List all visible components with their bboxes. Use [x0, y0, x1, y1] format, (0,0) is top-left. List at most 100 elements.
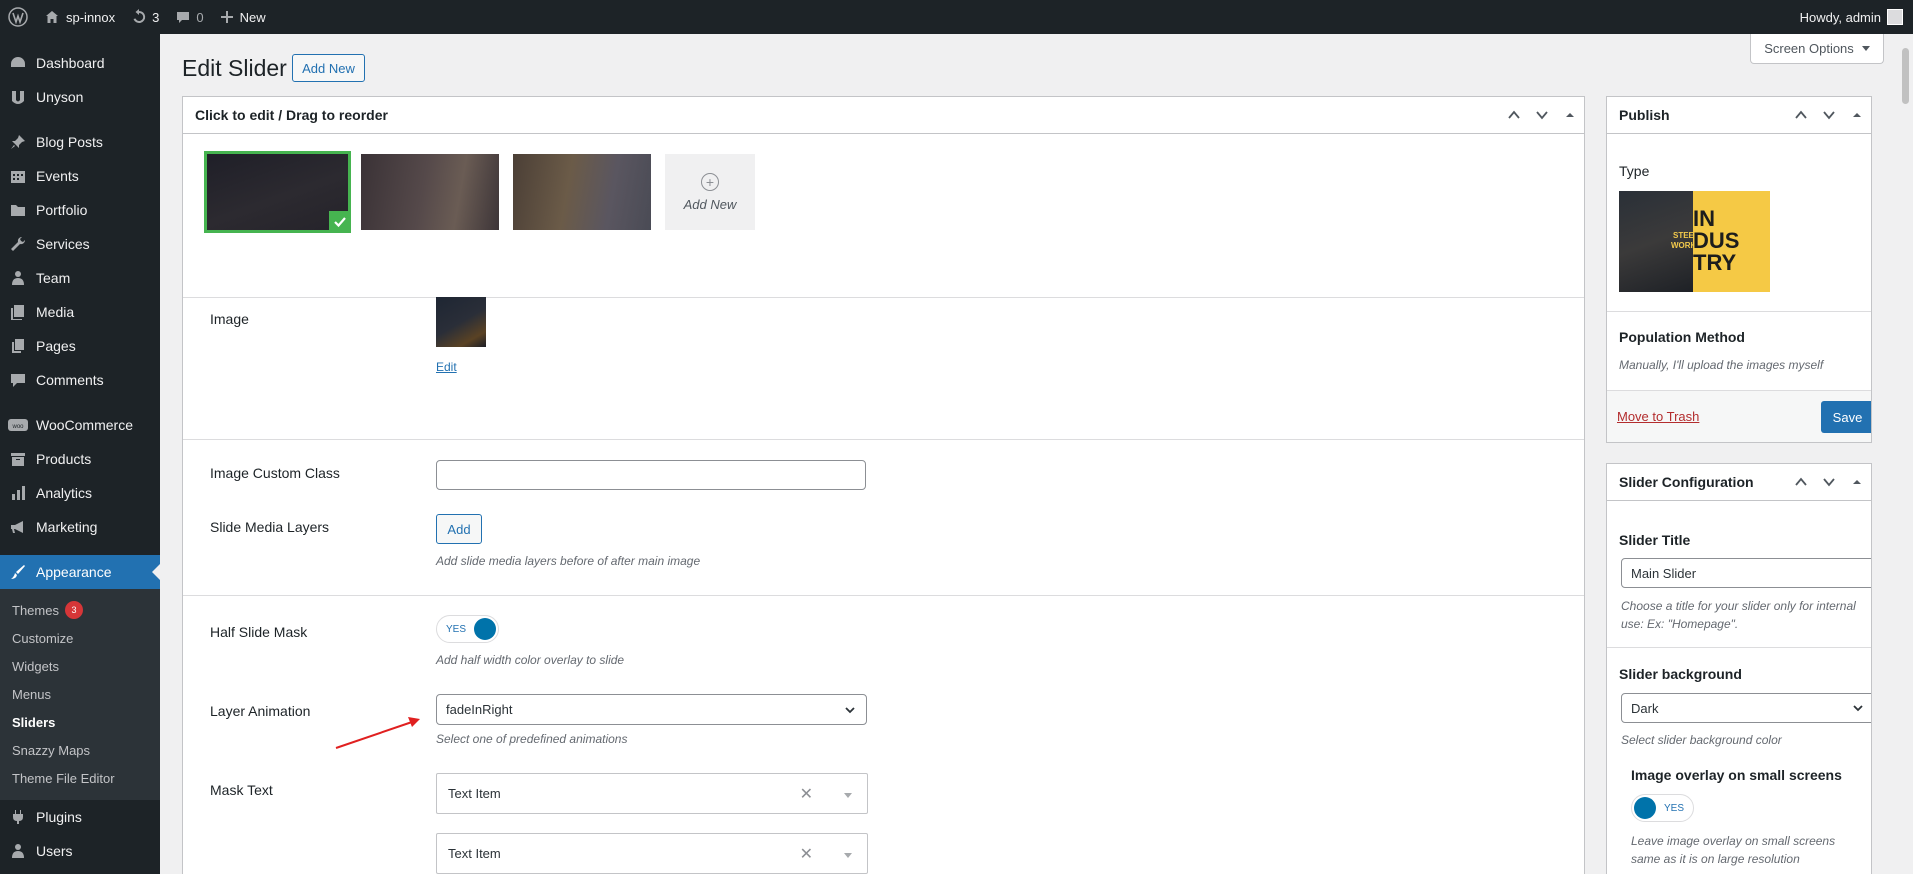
image-overlay-toggle[interactable]: YES — [1631, 794, 1694, 822]
divider — [1607, 311, 1871, 312]
menu-label: Portfolio — [36, 202, 88, 218]
slider-type-preview[interactable]: STEEL WORKS IN DUS TRY — [1619, 191, 1770, 292]
caret-down-icon[interactable] — [844, 793, 852, 798]
slide-thumb[interactable] — [361, 154, 499, 230]
save-button[interactable]: Save — [1821, 401, 1871, 433]
half-mask-toggle[interactable]: YES — [436, 615, 499, 643]
menu-team[interactable]: Team — [0, 261, 160, 295]
submenu-sliders[interactable]: Sliders — [0, 708, 160, 736]
comments-link[interactable]: 0 — [167, 0, 211, 34]
bar-chart-icon — [8, 483, 28, 503]
admin-sidebar: Dashboard Unyson Blog Posts Events Portf… — [0, 34, 160, 874]
new-label: New — [239, 9, 266, 25]
users-icon — [8, 841, 28, 861]
menu-marketing[interactable]: Marketing — [0, 510, 160, 544]
custom-class-input[interactable] — [436, 460, 866, 490]
new-content-link[interactable]: New — [212, 0, 274, 34]
menu-label: Unyson — [36, 89, 84, 105]
image-label: Image — [210, 311, 249, 327]
menu-services[interactable]: Services — [0, 227, 160, 261]
menu-label: Dashboard — [36, 55, 105, 71]
mask-text-item[interactable]: Text Item ✕ — [436, 773, 868, 814]
add-new-button[interactable]: Add New — [292, 54, 365, 82]
submenu-label: Snazzy Maps — [12, 742, 91, 758]
pin-icon — [8, 132, 28, 152]
half-mask-label: Half Slide Mask — [210, 624, 308, 640]
menu-users[interactable]: Users — [0, 834, 160, 868]
menu-label: Pages — [36, 338, 76, 354]
toggle-knob — [474, 618, 496, 640]
menu-analytics[interactable]: Analytics — [0, 476, 160, 510]
slider-title-label: Slider Title — [1619, 532, 1691, 548]
toggle-panel-icon[interactable] — [1556, 97, 1584, 133]
dashboard-icon — [8, 53, 28, 73]
slider-background-select[interactable]: Dark — [1621, 693, 1871, 723]
half-mask-help: Add half width color overlay to slide — [436, 653, 625, 667]
slide-thumb[interactable] — [513, 154, 651, 230]
add-slide-button[interactable]: + Add New — [665, 154, 755, 230]
menu-dashboard[interactable]: Dashboard — [0, 46, 160, 80]
submenu-label: Widgets — [12, 658, 59, 674]
menu-woocommerce[interactable]: woo WooCommerce — [0, 408, 160, 442]
image-overlay-label: Image overlay on small screens — [1631, 767, 1842, 783]
slider-background-label: Slider background — [1619, 666, 1742, 682]
appearance-submenu: Themes 3 Customize Widgets Menus Sliders … — [0, 589, 160, 800]
slider-title-help: Choose a title for your slider only for … — [1621, 599, 1856, 631]
toggle-yes-label: YES — [446, 624, 467, 635]
move-to-trash-link[interactable]: Move to Trash — [1617, 409, 1699, 424]
submenu-menus[interactable]: Menus — [0, 680, 160, 708]
page-scrollbar[interactable] — [1898, 34, 1913, 874]
menu-events[interactable]: Events — [0, 159, 160, 193]
mask-text-item[interactable]: Text Item ✕ — [436, 833, 868, 874]
move-up-icon[interactable] — [1500, 97, 1528, 133]
move-up-icon[interactable] — [1787, 464, 1815, 500]
submenu-theme-file-editor[interactable]: Theme File Editor — [0, 764, 160, 792]
menu-unyson[interactable]: Unyson — [0, 80, 160, 114]
remove-item-icon[interactable]: ✕ — [800, 784, 813, 804]
submenu-widgets[interactable]: Widgets — [0, 652, 160, 680]
move-down-icon[interactable] — [1815, 464, 1843, 500]
submenu-label: Menus — [12, 686, 52, 702]
menu-pages[interactable]: Pages — [0, 329, 160, 363]
menu-comments[interactable]: Comments — [0, 363, 160, 397]
screen-options-button[interactable]: Screen Options — [1750, 34, 1884, 64]
slide-thumb-selected[interactable] — [204, 151, 351, 233]
move-up-icon[interactable] — [1787, 97, 1815, 133]
menu-label: Events — [36, 168, 79, 184]
updates-link[interactable]: 3 — [123, 0, 167, 34]
move-down-icon[interactable] — [1528, 97, 1556, 133]
caret-down-icon — [1861, 46, 1870, 51]
toggle-panel-icon[interactable] — [1843, 464, 1871, 500]
divider — [183, 595, 1584, 596]
site-name-link[interactable]: sp-innox — [36, 0, 123, 34]
menu-blog-posts[interactable]: Blog Posts — [0, 125, 160, 159]
menu-portfolio[interactable]: Portfolio — [0, 193, 160, 227]
submenu-snazzy-maps[interactable]: Snazzy Maps — [0, 736, 160, 764]
person-icon — [8, 268, 28, 288]
add-media-layer-button[interactable]: Add — [436, 514, 482, 544]
comments-count: 0 — [196, 9, 204, 25]
pages-icon — [8, 336, 28, 356]
menu-plugins[interactable]: Plugins — [0, 800, 160, 834]
layer-animation-select[interactable]: fadeInRight — [436, 694, 867, 725]
menu-media[interactable]: Media — [0, 295, 160, 329]
edit-image-link[interactable]: Edit — [436, 360, 457, 374]
wordpress-logo-icon[interactable] — [0, 0, 36, 34]
config-box-header: Slider Configuration — [1607, 464, 1871, 501]
image-preview[interactable] — [436, 297, 486, 347]
remove-item-icon[interactable]: ✕ — [800, 844, 813, 864]
menu-products[interactable]: Products — [0, 442, 160, 476]
menu-appearance[interactable]: Appearance — [0, 555, 160, 589]
slider-title-input[interactable]: Main Slider — [1621, 558, 1871, 588]
my-account-link[interactable]: Howdy, admin — [1792, 0, 1913, 34]
caret-down-icon[interactable] — [844, 853, 852, 858]
menu-label: Appearance — [36, 564, 112, 580]
menu-label: WooCommerce — [36, 417, 133, 433]
scrollbar-thumb[interactable] — [1902, 48, 1909, 104]
submenu-customize[interactable]: Customize — [0, 624, 160, 652]
move-down-icon[interactable] — [1815, 97, 1843, 133]
toggle-panel-icon[interactable] — [1843, 97, 1871, 133]
archive-icon — [8, 449, 28, 469]
submenu-themes[interactable]: Themes 3 — [0, 596, 160, 624]
publish-box: Publish Type STEEL WORKS IN DUS TRY Popu… — [1606, 96, 1872, 443]
